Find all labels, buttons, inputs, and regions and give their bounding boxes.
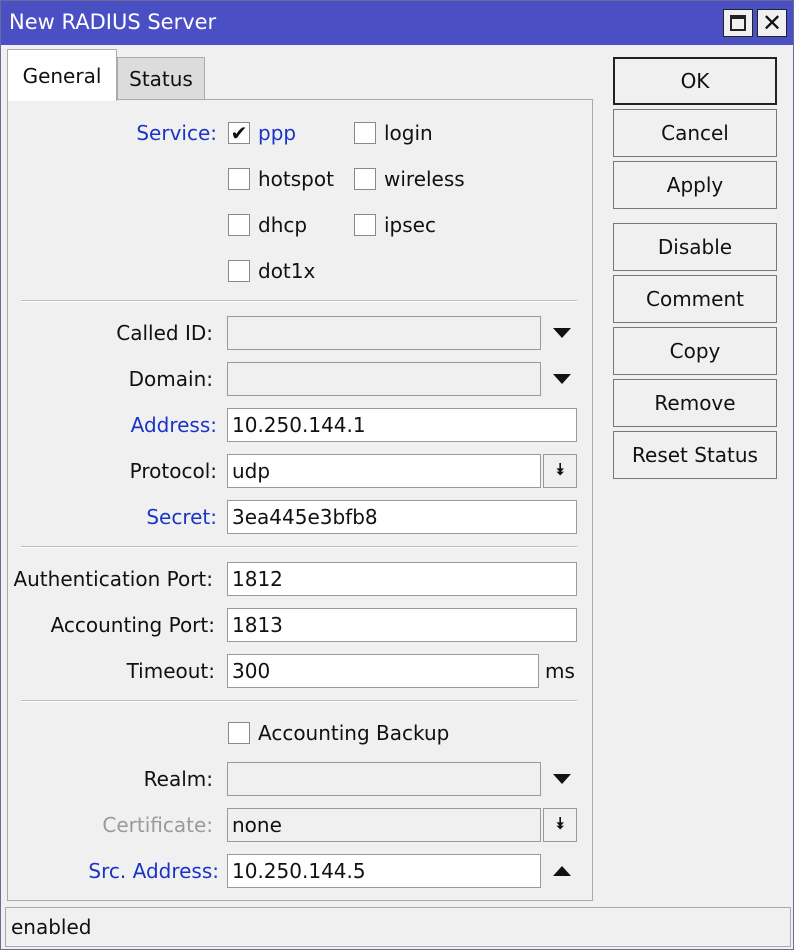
auth-port-label: Authentication Port: <box>13 567 213 591</box>
reset-status-button[interactable]: Reset Status <box>613 431 777 479</box>
called-id-field[interactable] <box>227 316 541 350</box>
service-hotspot-label: hotspot <box>258 167 334 191</box>
tab-general[interactable]: General <box>7 49 117 101</box>
separator <box>21 300 577 302</box>
separator <box>21 700 577 702</box>
acct-port-label: Accounting Port: <box>50 613 215 637</box>
service-wireless-label: wireless <box>384 167 465 191</box>
service-login-checkbox[interactable] <box>354 122 376 144</box>
service-label: Service: <box>136 121 217 145</box>
protocol-label: Protocol: <box>129 459 217 483</box>
certificate-label: Certificate: <box>102 813 213 837</box>
timeout-label: Timeout: <box>126 659 215 683</box>
tab-status[interactable]: Status <box>117 57 205 99</box>
certificate-field[interactable]: none <box>227 808 541 842</box>
dropdown-arrow-icon: ⯯ <box>555 460 565 479</box>
src-address-label: Src. Address: <box>88 859 219 883</box>
secret-field[interactable]: 3ea445e3bfb8 <box>227 500 577 534</box>
maximize-button[interactable] <box>723 9 753 37</box>
accounting-backup-checkbox[interactable] <box>228 722 250 744</box>
close-button[interactable]: ✕ <box>757 9 787 37</box>
certificate-dropdown-button[interactable]: ⯯ <box>543 808 577 842</box>
status-bar: enabled <box>5 907 791 947</box>
service-ipsec-checkbox[interactable] <box>354 214 376 236</box>
apply-button[interactable]: Apply <box>613 161 777 209</box>
accounting-backup-label: Accounting Backup <box>258 721 450 745</box>
comment-button[interactable]: Comment <box>613 275 777 323</box>
protocol-field[interactable]: udp <box>227 454 541 488</box>
called-id-label: Called ID: <box>116 321 213 345</box>
separator <box>21 546 577 548</box>
maximize-icon <box>730 15 746 31</box>
acct-port-field[interactable]: 1813 <box>227 608 577 642</box>
protocol-dropdown-button[interactable]: ⯯ <box>543 454 577 488</box>
service-ppp-label: ppp <box>258 121 297 145</box>
service-login-label: login <box>384 121 433 145</box>
dropdown-arrow-icon: ⯯ <box>555 814 565 833</box>
timeout-field[interactable]: 300 <box>227 654 539 688</box>
secret-label: Secret: <box>146 505 217 529</box>
service-wireless-checkbox[interactable] <box>354 168 376 190</box>
service-dhcp-checkbox[interactable] <box>228 214 250 236</box>
address-label: Address: <box>130 413 217 437</box>
service-ipsec-label: ipsec <box>384 213 436 237</box>
domain-field[interactable] <box>227 362 541 396</box>
called-id-dropdown-icon[interactable] <box>553 328 571 338</box>
cancel-button[interactable]: Cancel <box>613 109 777 157</box>
service-ppp-checkbox[interactable]: ✔ <box>228 122 250 144</box>
ok-button[interactable]: OK <box>613 57 777 105</box>
service-dot1x-label: dot1x <box>258 259 316 283</box>
domain-label: Domain: <box>128 367 213 391</box>
copy-button[interactable]: Copy <box>613 327 777 375</box>
src-address-field[interactable]: 10.250.144.5 <box>227 854 541 888</box>
radius-server-window: New RADIUS Server ✕ General Status Servi… <box>0 0 794 950</box>
auth-port-field[interactable]: 1812 <box>227 562 577 596</box>
realm-field[interactable] <box>227 762 541 796</box>
disable-button[interactable]: Disable <box>613 223 777 271</box>
domain-dropdown-icon[interactable] <box>553 374 571 384</box>
realm-label: Realm: <box>143 767 213 791</box>
remove-button[interactable]: Remove <box>613 379 777 427</box>
service-hotspot-checkbox[interactable] <box>228 168 250 190</box>
service-dhcp-label: dhcp <box>258 213 308 237</box>
realm-dropdown-icon[interactable] <box>553 774 571 784</box>
window-title: New RADIUS Server <box>9 10 217 34</box>
address-field[interactable]: 10.250.144.1 <box>227 408 577 442</box>
close-icon: ✕ <box>761 9 783 37</box>
title-bar[interactable]: New RADIUS Server ✕ <box>1 1 793 45</box>
src-address-collapse-icon[interactable] <box>553 866 571 876</box>
service-dot1x-checkbox[interactable] <box>228 260 250 282</box>
timeout-unit: ms <box>545 659 575 683</box>
